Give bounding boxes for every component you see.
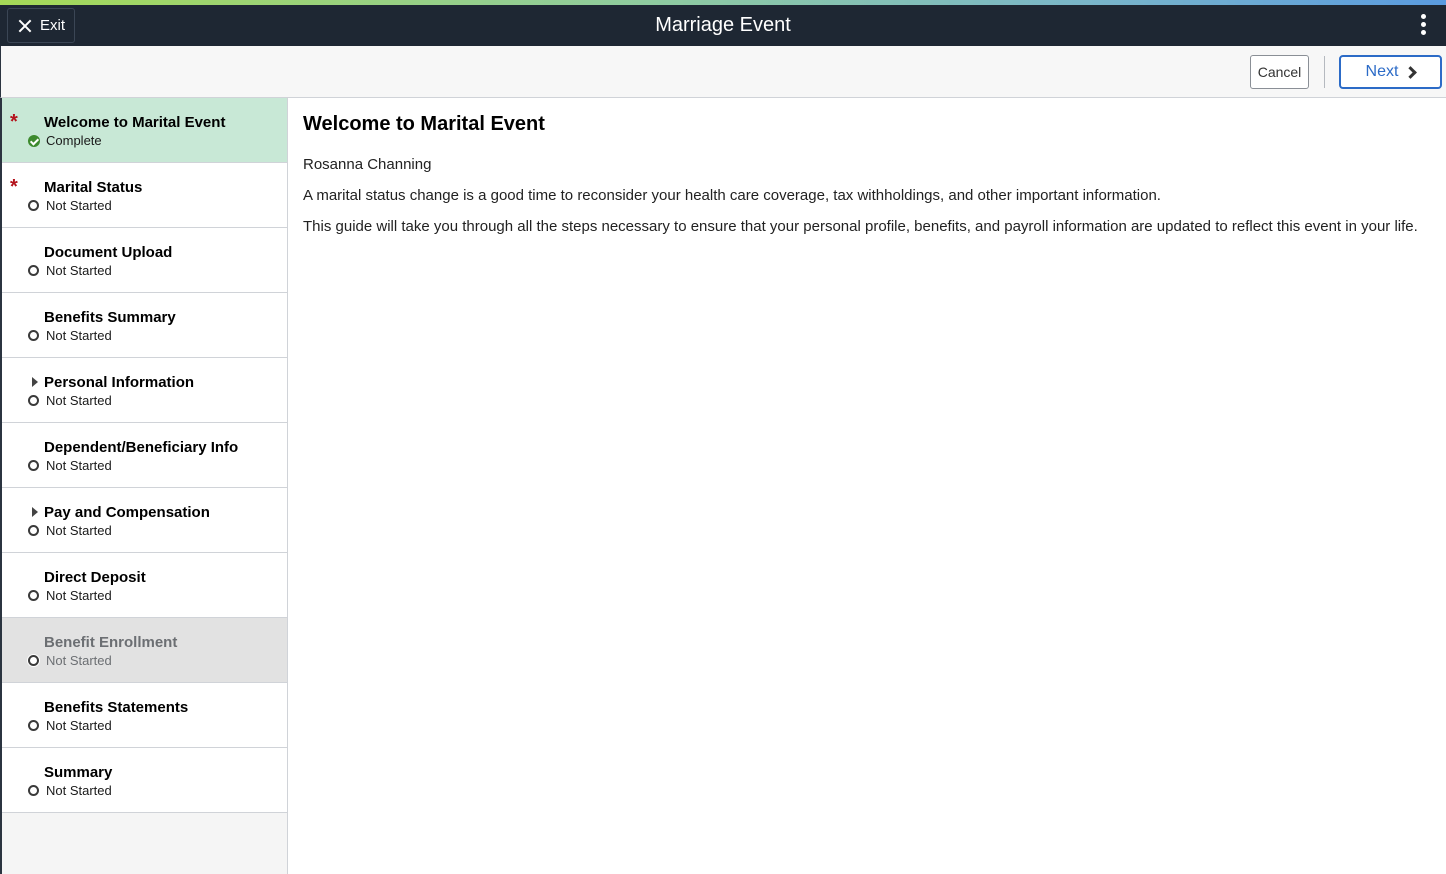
- step-label: Document Upload: [44, 244, 173, 261]
- step-item[interactable]: Document Upload Not Started: [2, 228, 287, 293]
- empty-circle-icon: [28, 655, 39, 666]
- step-status: Not Started: [46, 523, 112, 538]
- step-label: Welcome to Marital Event: [44, 114, 226, 131]
- toolbar-divider: [1324, 56, 1325, 88]
- step-status: Not Started: [46, 393, 112, 408]
- step-label: Benefits Statements: [44, 699, 189, 716]
- cancel-button[interactable]: Cancel: [1250, 55, 1309, 89]
- step-status: Not Started: [46, 653, 112, 668]
- kebab-menu-icon[interactable]: [1416, 14, 1430, 38]
- step-label: Summary: [44, 764, 113, 781]
- step-item[interactable]: * Welcome to Marital Event Complete: [2, 98, 287, 163]
- step-status: Complete: [46, 133, 102, 148]
- empty-circle-icon: [28, 785, 39, 796]
- empty-circle-icon: [28, 525, 39, 536]
- empty-circle-icon: [28, 330, 39, 341]
- step-item[interactable]: Pay and Compensation Not Started: [2, 488, 287, 553]
- step-item[interactable]: Summary Not Started: [2, 748, 287, 813]
- check-circle-icon: [28, 135, 40, 147]
- required-asterisk-icon: *: [10, 111, 18, 133]
- step-label: Pay and Compensation: [44, 504, 210, 521]
- step-item[interactable]: * Marital Status Not Started: [2, 163, 287, 228]
- employee-name: Rosanna Channing: [303, 156, 432, 173]
- expand-caret-icon[interactable]: [32, 377, 38, 387]
- step-label: Benefits Summary: [44, 309, 176, 326]
- next-button[interactable]: Next: [1339, 55, 1442, 89]
- expand-caret-icon[interactable]: [32, 507, 38, 517]
- step-status: Not Started: [46, 263, 112, 278]
- main-content: Welcome to Marital Event Rosanna Channin…: [289, 98, 1446, 874]
- step-label: Dependent/Beneficiary Info: [44, 439, 239, 456]
- empty-circle-icon: [28, 200, 39, 211]
- step-item[interactable]: Benefits Statements Not Started: [2, 683, 287, 748]
- step-status: Not Started: [46, 783, 112, 798]
- empty-circle-icon: [28, 590, 39, 601]
- step-label: Marital Status: [44, 179, 143, 196]
- step-label: Direct Deposit: [44, 569, 146, 586]
- empty-circle-icon: [28, 265, 39, 276]
- empty-circle-icon: [28, 460, 39, 471]
- step-item[interactable]: Benefit Enrollment Not Started: [2, 618, 287, 683]
- step-item[interactable]: Dependent/Beneficiary Info Not Started: [2, 423, 287, 488]
- guide-paragraph: This guide will take you through all the…: [303, 218, 1418, 235]
- empty-circle-icon: [28, 720, 39, 731]
- title-bar: Exit Marriage Event: [0, 5, 1446, 46]
- step-status: Not Started: [46, 718, 112, 733]
- step-status: Not Started: [46, 198, 112, 213]
- step-label: Benefit Enrollment: [44, 634, 178, 651]
- step-item[interactable]: Personal Information Not Started: [2, 358, 287, 423]
- step-item[interactable]: Direct Deposit Not Started: [2, 553, 287, 618]
- intro-paragraph: A marital status change is a good time t…: [303, 187, 1161, 204]
- step-navigation: * Welcome to Marital Event Complete * Marita…: [0, 98, 288, 874]
- step-status: Not Started: [46, 588, 112, 603]
- next-label: Next: [1365, 63, 1399, 80]
- action-toolbar: Cancel Next: [0, 46, 1446, 98]
- required-asterisk-icon: *: [10, 176, 18, 198]
- step-item[interactable]: Benefits Summary Not Started: [2, 293, 287, 358]
- step-label: Personal Information: [44, 374, 195, 391]
- page-title: Marriage Event: [655, 14, 791, 36]
- empty-circle-icon: [28, 395, 39, 406]
- content-heading: Welcome to Marital Event: [303, 113, 545, 135]
- chevron-right-icon: [1404, 66, 1418, 79]
- step-status: Not Started: [46, 328, 112, 343]
- step-status: Not Started: [46, 458, 112, 473]
